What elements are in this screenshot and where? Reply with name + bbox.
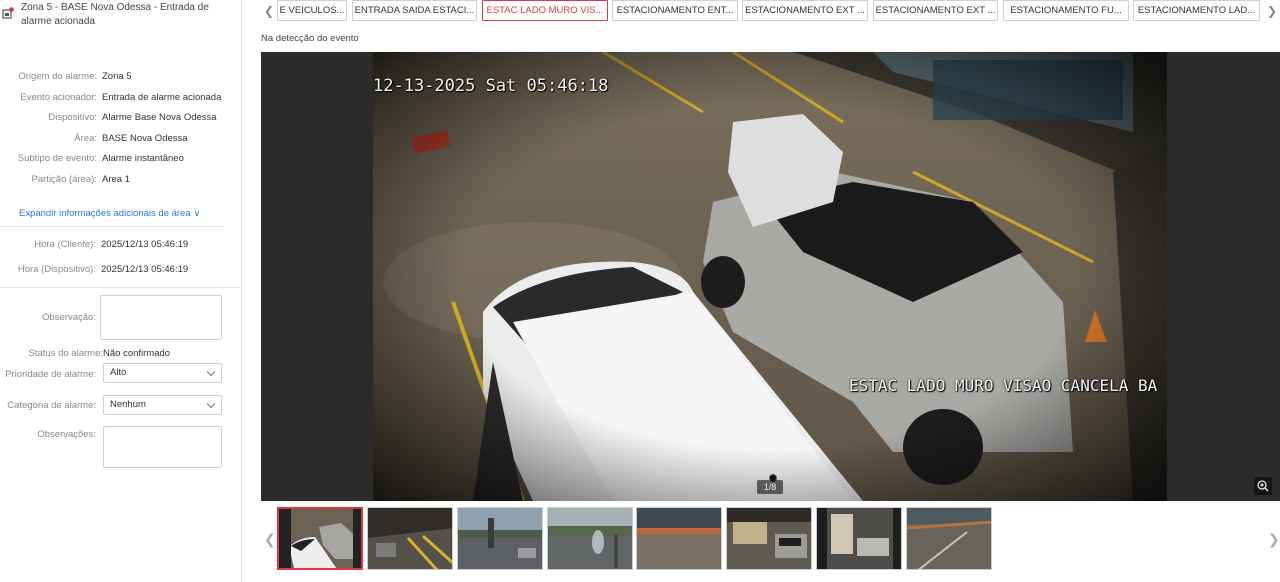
tab-camera-2[interactable]: ENTRADA SAIDA ESTACI... xyxy=(352,0,477,21)
zoom-in-icon xyxy=(1257,480,1269,492)
thumbs-next-arrow-icon[interactable]: ❯ xyxy=(1268,531,1280,548)
event-caption: Na detecção do evento xyxy=(261,33,359,44)
divider xyxy=(0,226,224,227)
status-value: Não confirmado xyxy=(103,348,171,359)
tab-camera-8[interactable]: ESTACIONAMENTO LAD... xyxy=(1133,0,1260,21)
thumbnail-image xyxy=(458,508,542,569)
tab-camera-4[interactable]: ESTACIONAMENTO ENT... xyxy=(612,0,738,21)
time-value: 2025/12/13 05:46:19 xyxy=(101,264,189,275)
detail-label: Evento acionador: xyxy=(20,92,97,103)
thumbnail-2[interactable] xyxy=(367,507,453,570)
observation-textarea[interactable] xyxy=(100,295,222,340)
thumbnail-strip: ❮ ❯ xyxy=(261,503,1280,575)
chevron-down-icon xyxy=(206,399,216,409)
tab-camera-1[interactable]: E VEICULOS... xyxy=(277,0,347,21)
alarm-header: Zona 5 - BASE Nova Odessa - Entrada de a… xyxy=(0,0,242,40)
detail-value: Alarme instantâneo xyxy=(102,153,184,164)
expand-area-info-link[interactable]: Expandir informações adicionais de área ∨ xyxy=(19,208,200,219)
tabs-next-arrow-icon[interactable]: ❯ xyxy=(1267,4,1277,18)
detail-row-device: Dispositivo: Alarme Base Nova Odessa xyxy=(0,111,242,125)
time-label: Hora (Cliente): xyxy=(34,239,96,250)
notes-textarea[interactable] xyxy=(103,426,222,468)
detail-label: Área: xyxy=(74,133,97,144)
detail-value: Alarme Base Nova Odessa xyxy=(102,112,217,123)
detail-label: Origem do alarme: xyxy=(18,71,97,82)
camera-tab-bar: ❮ E VEICULOS... ENTRADA SAIDA ESTACI... … xyxy=(250,0,1280,24)
thumbnail-image xyxy=(727,508,811,569)
double-chevron-down-icon: ∨ xyxy=(193,208,201,218)
zoom-in-button[interactable] xyxy=(1254,477,1272,495)
time-value: 2025/12/13 05:46:19 xyxy=(101,239,189,250)
thumbnail-4[interactable] xyxy=(547,507,633,570)
thumbnail-1[interactable] xyxy=(277,507,363,570)
detail-row-event-subtype: Subtipo de evento: Alarme instantâneo xyxy=(0,152,242,166)
thumbnail-8[interactable] xyxy=(906,507,992,570)
detail-row-partition: Partição (área): Area 1 xyxy=(0,173,242,187)
osd-camera-name: ESTAC LADO MURO VISAO CANCELA BA xyxy=(849,376,1158,395)
tabs-prev-arrow-icon[interactable]: ❮ xyxy=(264,4,274,18)
priority-selected-value: Alto xyxy=(110,367,127,378)
thumbs-prev-arrow-icon[interactable]: ❮ xyxy=(264,531,276,548)
tab-camera-5[interactable]: ESTACIONAMENTO EXT ... xyxy=(742,0,868,21)
observation-label: Observação: xyxy=(42,312,96,323)
thumbnail-image xyxy=(817,508,901,569)
tab-camera-6[interactable]: ESTACIONAMENTO EXT ... xyxy=(873,0,998,21)
osd-timestamp: 12-13-2025 Sat 05:46:18 xyxy=(373,76,609,96)
category-selected-value: Nenhum xyxy=(110,399,146,410)
status-label: Status do alarme: xyxy=(28,348,103,359)
priority-label: Prioridade de alarme: xyxy=(5,369,96,380)
detail-label: Dispositivo: xyxy=(48,112,97,123)
category-label: Categoria de alarme: xyxy=(7,400,96,411)
time-row-device: Hora (Dispositivo): 2025/12/13 05:46:19 xyxy=(0,263,242,277)
detail-row-area: Área: BASE Nova Odessa xyxy=(0,132,242,146)
tab-camera-3[interactable]: ESTAC LADO MURO VIS... xyxy=(482,0,608,21)
detail-value: BASE Nova Odessa xyxy=(102,133,188,144)
priority-select[interactable]: Alto xyxy=(103,363,222,383)
thumbnail-image xyxy=(637,508,721,569)
camera-snapshot: 12-13-2025 Sat 05:46:18 ESTAC LADO MURO … xyxy=(373,52,1167,501)
detail-value: Zona 5 xyxy=(102,71,132,82)
thumbnail-3[interactable] xyxy=(457,507,543,570)
camera-viewer[interactable]: 12-13-2025 Sat 05:46:18 ESTAC LADO MURO … xyxy=(261,52,1280,501)
expand-area-info-label: Expandir informações adicionais de área xyxy=(19,208,191,219)
thumbnail-6[interactable] xyxy=(726,507,812,570)
page-counter: 1/8 xyxy=(757,480,783,494)
thumbnail-image xyxy=(548,508,632,569)
thumbnail-7[interactable] xyxy=(816,507,902,570)
chevron-down-icon xyxy=(206,367,216,377)
detail-row-origin: Origem do alarme: Zona 5 xyxy=(0,70,242,84)
detail-row-trigger-event: Evento acionador: Entrada de alarme acio… xyxy=(0,91,242,105)
thumbnail-image xyxy=(368,508,452,569)
time-row-client: Hora (Cliente): 2025/12/13 05:46:19 xyxy=(0,238,242,252)
thumbnail-5[interactable] xyxy=(636,507,722,570)
camera-scene-image xyxy=(373,52,1167,501)
detail-label: Partição (área): xyxy=(31,174,97,185)
divider xyxy=(0,287,242,288)
notes-label: Observações: xyxy=(37,429,96,440)
category-select[interactable]: Nenhum xyxy=(103,395,222,415)
alarm-details-panel: Zona 5 - BASE Nova Odessa - Entrada de a… xyxy=(0,0,242,582)
thumbnail-image xyxy=(907,508,991,569)
time-label: Hora (Dispositivo): xyxy=(17,264,96,275)
detail-label: Subtipo de evento: xyxy=(17,153,97,164)
alarm-title: Zona 5 - BASE Nova Odessa - Entrada de a… xyxy=(21,2,209,27)
detail-value: Entrada de alarme acionada xyxy=(102,92,222,103)
detail-value: Area 1 xyxy=(102,174,130,185)
alarm-device-icon xyxy=(2,7,14,19)
tab-camera-7[interactable]: ESTACIONAMENTO FU... xyxy=(1003,0,1129,21)
thumbnail-image xyxy=(279,509,361,568)
